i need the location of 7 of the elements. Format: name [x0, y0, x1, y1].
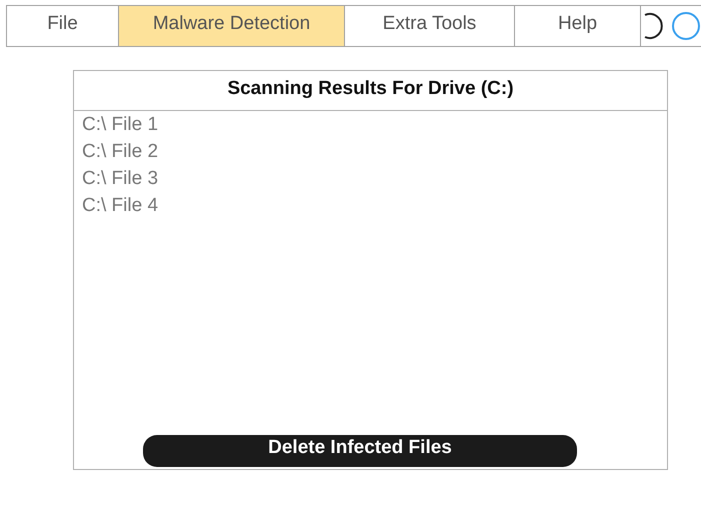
file-item[interactable]: C:\ File 1	[82, 111, 659, 138]
panel-title: Scanning Results For Drive (C:)	[74, 71, 667, 111]
file-item[interactable]: C:\ File 4	[82, 192, 659, 219]
file-item[interactable]: C:\ File 3	[82, 165, 659, 192]
file-item[interactable]: C:\ File 2	[82, 138, 659, 165]
menu-tab[interactable]: Malware Detection	[119, 6, 345, 46]
delete-button[interactable]: Delete Infected Files	[143, 435, 577, 467]
